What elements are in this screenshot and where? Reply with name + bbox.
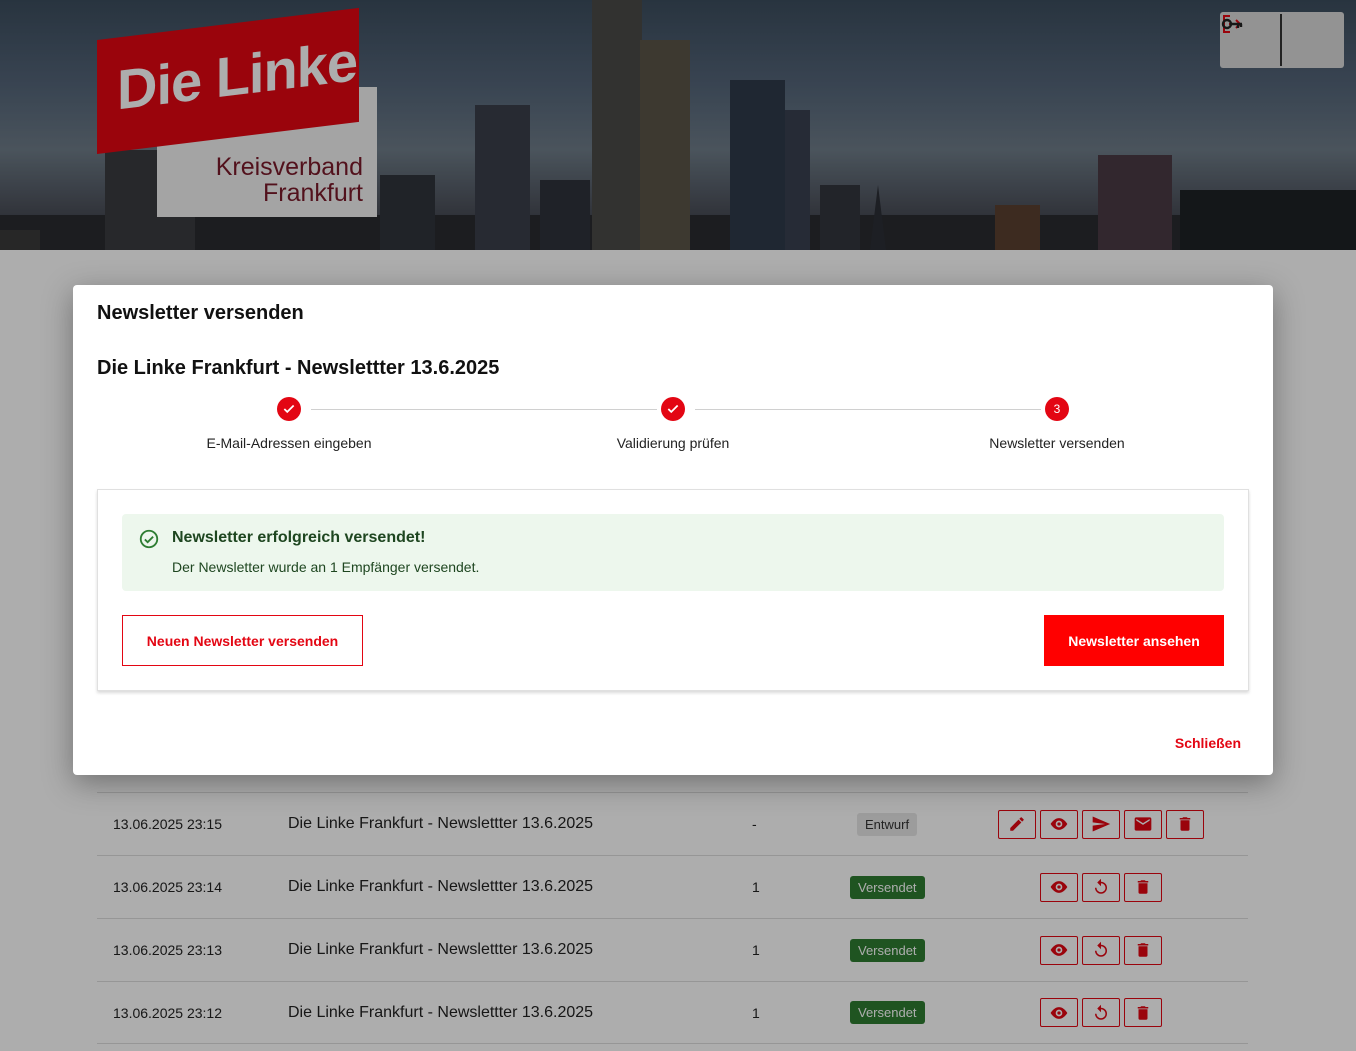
view-newsletter-button[interactable]: Newsletter ansehen (1044, 615, 1224, 666)
step-number: 3 (1045, 397, 1069, 421)
close-button[interactable]: Schließen (1175, 735, 1241, 751)
step-send: 3 Newsletter versenden (927, 395, 1187, 451)
dialog-title: Newsletter versenden (97, 302, 304, 324)
newsletter-title: Die Linke Frankfurt - Newslettter 13.6.2… (97, 357, 500, 379)
step-label: E-Mail-Adressen eingeben (206, 435, 372, 451)
alert-text: Der Newsletter wurde an 1 Empfänger vers… (172, 559, 480, 575)
success-alert: Newsletter erfolgreich versendet! Der Ne… (122, 514, 1224, 591)
stepper: E-Mail-Adressen eingeben Validierung prü… (97, 395, 1249, 455)
new-newsletter-button[interactable]: Neuen Newsletter versenden (122, 615, 363, 666)
step-email-input: E-Mail-Adressen eingeben (159, 395, 419, 451)
alert-heading: Newsletter erfolgreich versendet! (172, 529, 426, 546)
step-validation: Validierung prüfen (543, 395, 803, 451)
check-icon (661, 397, 685, 421)
check-icon (277, 397, 301, 421)
step-label: Newsletter versenden (989, 435, 1125, 451)
check-circle-icon (139, 529, 159, 549)
result-panel: Newsletter erfolgreich versendet! Der Ne… (97, 489, 1249, 691)
step-label: Validierung prüfen (616, 435, 730, 451)
send-newsletter-dialog: Newsletter versenden Die Linke Frankfurt… (73, 285, 1273, 775)
